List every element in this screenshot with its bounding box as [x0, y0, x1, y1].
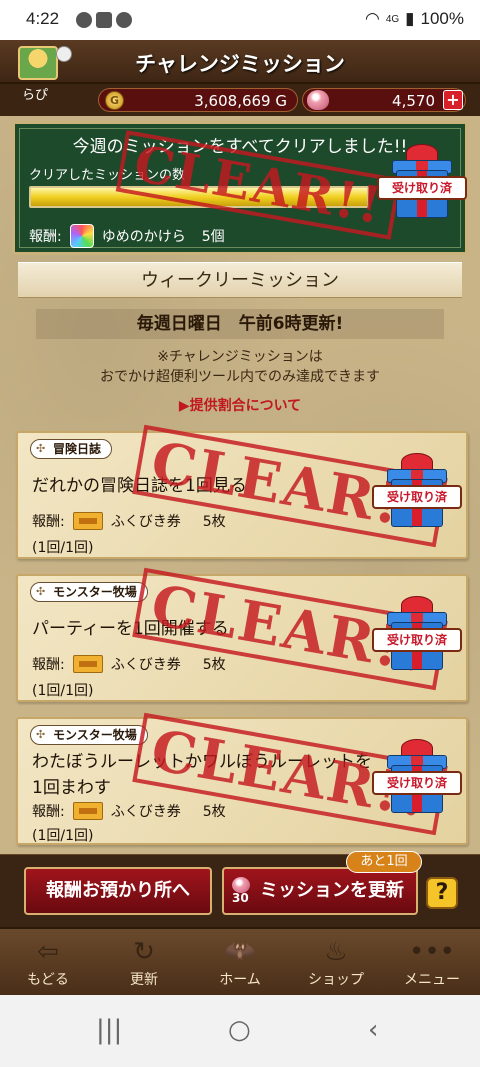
- mission-card: モンスター牧場 パーティーを1回開催する 報酬: ふくびき券 5枚 (1回/1回…: [16, 567, 468, 702]
- mission-text: わたぼうルーレットかワルぼうルーレットを1回まわす: [32, 752, 372, 798]
- battery-level: 100%: [420, 9, 464, 28]
- nav-label: メニュー: [404, 972, 460, 988]
- slime-shop-icon: ♨: [324, 937, 348, 967]
- gem-amount: 4,570: [392, 92, 435, 110]
- update-schedule: 毎週日曜日 午前6時更新!: [36, 309, 444, 339]
- weekly-claim[interactable]: 受け取り済: [377, 142, 467, 232]
- page-title: チャレンジミッション: [135, 52, 345, 76]
- note-line-2: おでかけ超便利ツール内でのみ達成できます: [100, 369, 380, 385]
- app-screen: チャレンジミッション らぴ G 3,608,669 G 4,570 + 今週のミ…: [0, 40, 480, 995]
- claimed-badge[interactable]: 受け取り済: [372, 628, 462, 652]
- nav-label: もどる: [27, 972, 69, 988]
- username: らぴ: [22, 88, 49, 103]
- gem-counter: 4,570 +: [302, 88, 466, 112]
- gem-icon: [307, 90, 329, 110]
- sync-notification-icon: [116, 12, 132, 28]
- reward-label: 報酬:: [29, 229, 62, 245]
- reward-label: 報酬:: [32, 804, 65, 820]
- nav-label: 更新: [130, 972, 158, 988]
- gold-coin-icon: G: [105, 91, 124, 110]
- category-tag: モンスター牧場: [30, 725, 148, 745]
- category-tag: 冒険日誌: [30, 439, 113, 459]
- reward-item: ふくびき券: [110, 657, 181, 673]
- refresh-flame-icon: ↻: [133, 937, 155, 967]
- mission-reward: 報酬: ふくびき券 5枚: [32, 654, 226, 674]
- system-nav-bar: ||| ○ ‹: [0, 995, 480, 1067]
- gold-amount: 3,608,669: [194, 92, 271, 110]
- status-bar: 4:22 ◠ 4G ▮ 100%: [0, 0, 480, 40]
- nav-home[interactable]: 🦇 ホーム: [192, 929, 288, 995]
- mission-progress: (1回/1回): [32, 540, 94, 556]
- dream-shard-icon: [69, 224, 94, 248]
- reward-count: 5枚: [202, 514, 226, 530]
- bottom-nav: ⇦ もどる ↻ 更新 🦇 ホーム ♨ ショップ ••• メニュー: [0, 927, 480, 995]
- reward-item: ふくびき券: [110, 514, 181, 530]
- reward-label: 報酬:: [32, 514, 65, 530]
- mission-list[interactable]: 今週のミッションをすべてクリアしました!! クリアしたミッションの数 報酬: ゆ…: [0, 116, 480, 854]
- network-type: 4G: [385, 13, 400, 25]
- help-button[interactable]: ?: [426, 877, 458, 909]
- reward-label: 報酬:: [32, 657, 65, 673]
- clear-progress-fill: [31, 188, 367, 206]
- reward-count: 5個: [201, 229, 225, 245]
- status-time: 4:22: [26, 9, 60, 28]
- line-notification-icon: [76, 12, 92, 28]
- reward-count: 5枚: [202, 657, 226, 673]
- mission-progress: (1回/1回): [32, 683, 94, 699]
- nav-back[interactable]: ⇦ もどる: [0, 929, 96, 995]
- reward-item: ゆめのかけら: [101, 229, 186, 245]
- signal-icon: ▮: [405, 9, 415, 28]
- nav-label: ホーム: [219, 972, 261, 988]
- wifi-icon: ◠: [364, 9, 380, 28]
- back-arrow-icon: ⇦: [37, 937, 59, 967]
- mission-card: 冒険日誌 だれかの冒険日誌を1回見る 報酬: ふくびき券 5枚 (1回/1回) …: [16, 424, 468, 559]
- note-line-1: ※チャレンジミッションは: [157, 349, 323, 365]
- news-notification-icon: [96, 12, 112, 28]
- drop-rate-link[interactable]: ▶提供割合について: [0, 395, 480, 415]
- currency-bar: G 3,608,669 G 4,570 +: [0, 84, 480, 116]
- nav-menu[interactable]: ••• メニュー: [384, 929, 480, 995]
- mission-claim[interactable]: 受け取り済: [372, 737, 462, 827]
- weekly-clear-panel: 今週のミッションをすべてクリアしました!! クリアしたミッションの数 報酬: ゆ…: [12, 121, 468, 255]
- gold-unit: G: [275, 92, 287, 110]
- header-bar: チャレンジミッション: [0, 40, 480, 84]
- lottery-ticket-icon: [72, 512, 103, 530]
- weekly-reward: 報酬: ゆめのかけら 5個: [29, 224, 225, 248]
- buy-gems-button[interactable]: +: [443, 90, 463, 110]
- progress-label: クリアしたミッションの数: [29, 168, 186, 183]
- claimed-badge[interactable]: 受け取り済: [377, 176, 467, 200]
- lottery-ticket-icon: [72, 802, 103, 820]
- refresh-missions-button[interactable]: 30 ミッションを更新: [222, 867, 418, 915]
- home-circle-icon[interactable]: ○: [228, 1015, 251, 1045]
- recent-apps-icon[interactable]: |||: [96, 1015, 122, 1045]
- nav-shop[interactable]: ♨ ショップ: [288, 929, 384, 995]
- footer-actions: 報酬お預かり所へ 30 ミッションを更新 あと1回 ?: [0, 851, 480, 927]
- mission-text: だれかの冒険日誌を1回見る: [32, 476, 247, 496]
- category-tag: モンスター牧場: [30, 582, 148, 602]
- refresh-cost: 30: [232, 891, 249, 905]
- mission-reward: 報酬: ふくびき券 5枚: [32, 511, 226, 531]
- nav-refresh[interactable]: ↻ 更新: [96, 929, 192, 995]
- mission-card: モンスター牧場 わたぼうルーレットかワルぼうルーレットを1回まわす 報酬: ふく…: [16, 712, 468, 845]
- back-chevron-icon[interactable]: ‹: [368, 1015, 378, 1045]
- reward-deposit-button[interactable]: 報酬お預かり所へ: [24, 867, 212, 915]
- reward-count: 5枚: [202, 804, 226, 820]
- mission-text: パーティーを1回開催する: [32, 619, 229, 639]
- refresh-label: ミッションを更新: [260, 880, 404, 901]
- claimed-badge[interactable]: 受け取り済: [372, 771, 462, 795]
- mission-claim[interactable]: 受け取り済: [372, 594, 462, 684]
- mission-reward: 報酬: ふくびき券 5枚: [32, 801, 226, 821]
- claimed-badge[interactable]: 受け取り済: [372, 485, 462, 509]
- nav-label: ショップ: [308, 972, 364, 988]
- lottery-ticket-icon: [72, 655, 103, 673]
- mission-claim[interactable]: 受け取り済: [372, 451, 462, 541]
- dracky-home-icon: 🦇: [223, 937, 257, 967]
- gold-counter: G 3,608,669 G: [98, 88, 298, 112]
- section-title: ウィークリーミッション: [18, 262, 462, 298]
- remaining-refresh-badge: あと1回: [346, 851, 422, 873]
- reward-item: ふくびき券: [110, 804, 181, 820]
- mission-progress: (1回/1回): [32, 828, 94, 844]
- clear-progress-bar: [29, 186, 369, 208]
- menu-dots-icon: •••: [408, 937, 455, 967]
